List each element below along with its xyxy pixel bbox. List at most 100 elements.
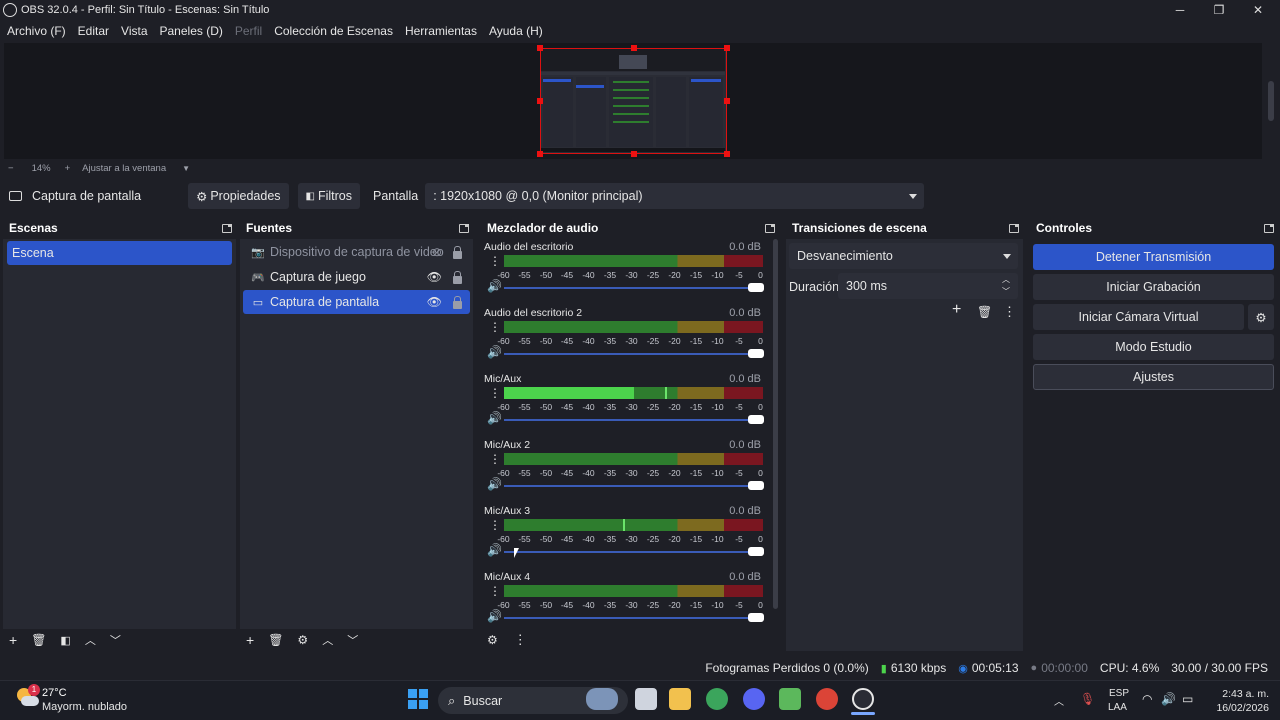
duration-spinbox[interactable]: 300 ms ︿ ﹀ <box>838 273 1018 299</box>
resize-handle[interactable] <box>724 45 730 51</box>
chevron-down-icon[interactable]: ﹀ <box>347 632 358 648</box>
more-options-icon[interactable]: ⋮ <box>489 453 501 465</box>
zoom-dropdown-icon[interactable]: ▼ <box>182 164 190 173</box>
chevron-up-icon[interactable]: ︿ <box>85 632 96 648</box>
studio-mode-button[interactable]: Modo Estudio <box>1033 334 1274 360</box>
speaker-icon[interactable]: 🔊 <box>487 411 502 425</box>
preview-scrollbar[interactable] <box>1268 43 1276 159</box>
minimize-button[interactable]: ─ <box>1160 0 1200 20</box>
slider-handle[interactable] <box>748 415 764 424</box>
more-options-icon[interactable]: ⋮ <box>514 632 527 648</box>
volume-icon[interactable]: 🔊 <box>1161 692 1176 706</box>
menu-coleccion[interactable]: Colección de Escenas <box>274 24 393 38</box>
menu-ayuda[interactable]: Ayuda (H) <box>489 24 543 38</box>
zoom-in-button[interactable]: + <box>65 163 71 174</box>
resize-handle[interactable] <box>537 98 543 104</box>
fit-window-label[interactable]: Ajustar a la ventana <box>82 163 166 174</box>
menu-editar[interactable]: Editar <box>78 24 109 38</box>
resize-handle[interactable] <box>724 98 730 104</box>
resize-handle[interactable] <box>537 45 543 51</box>
battery-icon[interactable]: ▭ <box>1182 692 1193 706</box>
clock-date[interactable]: 16/02/2026 <box>1207 702 1269 714</box>
eye-hidden-icon[interactable]: ⊘ <box>432 245 442 259</box>
undock-icon[interactable] <box>222 223 232 233</box>
menu-perfil[interactable]: Perfil <box>235 24 262 38</box>
weather-icon[interactable]: 1 <box>15 684 40 710</box>
more-options-icon[interactable]: ⋮ <box>489 585 501 597</box>
start-recording-button[interactable]: Iniciar Grabación <box>1033 274 1274 300</box>
spin-up-icon[interactable]: ︿ <box>1002 274 1010 285</box>
virtual-camera-settings-button[interactable]: ⚙ <box>1248 304 1274 330</box>
speaker-icon[interactable]: 🔊 <box>487 609 502 623</box>
undock-icon[interactable] <box>1264 223 1274 233</box>
add-scene-icon[interactable]: + <box>9 632 17 648</box>
language-top[interactable]: ESP <box>1109 688 1129 699</box>
stop-stream-button[interactable]: Detener Transmisión <box>1033 244 1274 270</box>
menu-paneles[interactable]: Paneles (D) <box>160 24 223 38</box>
task-view-icon[interactable] <box>635 688 657 710</box>
microphone-icon[interactable]: 🎙 <box>1080 692 1095 706</box>
wifi-icon[interactable]: ◠ <box>1142 692 1152 706</box>
undock-icon[interactable] <box>1009 223 1019 233</box>
source-item[interactable]: 🎮 Captura de juego 👁 <box>243 265 470 289</box>
menu-herramientas[interactable]: Herramientas <box>405 24 477 38</box>
undock-icon[interactable] <box>765 223 775 233</box>
file-explorer-icon[interactable] <box>669 688 691 710</box>
mixer-scrollbar[interactable] <box>773 239 779 627</box>
volume-slider[interactable] <box>504 613 764 622</box>
chevron-up-icon[interactable]: ︿ <box>322 632 333 648</box>
trash-icon[interactable]: 🗑 <box>977 305 992 319</box>
start-virtual-camera-button[interactable]: Iniciar Cámara Virtual <box>1033 304 1244 330</box>
undock-icon[interactable] <box>459 223 469 233</box>
lock-icon[interactable] <box>453 296 462 309</box>
more-options-icon[interactable]: ⋮ <box>1003 304 1016 320</box>
clock-time[interactable]: 2:43 a. m. <box>1211 688 1269 700</box>
source-item[interactable]: 📷 Dispositivo de captura de video ⊘ <box>243 240 470 264</box>
slider-handle[interactable] <box>748 349 764 358</box>
trash-icon[interactable]: 🗑 <box>31 633 46 647</box>
filters-button[interactable]: ◧ Filtros <box>297 183 361 209</box>
speaker-icon[interactable]: 🔊 <box>487 543 502 557</box>
volume-slider[interactable] <box>504 547 764 556</box>
slider-handle[interactable] <box>748 283 764 292</box>
gear-icon[interactable]: ⚙ <box>297 633 308 647</box>
chrome-icon[interactable] <box>706 688 728 710</box>
windows-start-icon[interactable] <box>408 689 428 709</box>
chrome-profile-icon[interactable] <box>816 688 838 710</box>
minecraft-icon[interactable] <box>779 688 801 710</box>
slider-handle[interactable] <box>748 613 764 622</box>
slider-handle[interactable] <box>748 547 764 556</box>
more-options-icon[interactable]: ⋮ <box>489 321 501 333</box>
close-button[interactable]: ✕ <box>1238 0 1278 20</box>
more-options-icon[interactable]: ⋮ <box>489 387 501 399</box>
volume-slider[interactable] <box>504 349 764 358</box>
maximize-button[interactable]: ❐ <box>1199 0 1239 20</box>
preview-source-frame[interactable] <box>540 48 727 154</box>
speaker-icon[interactable]: 🔊 <box>487 279 502 293</box>
resize-handle[interactable] <box>724 151 730 157</box>
add-transition-icon[interactable]: + <box>952 301 961 319</box>
obs-taskbar-icon[interactable] <box>852 688 874 710</box>
menu-vista[interactable]: Vista <box>121 24 147 38</box>
volume-slider[interactable] <box>504 415 764 424</box>
settings-button[interactable]: Ajustes <box>1033 364 1274 390</box>
more-options-icon[interactable]: ⋮ <box>489 255 501 267</box>
speaker-icon[interactable]: 🔊 <box>487 345 502 359</box>
menu-archivo[interactable]: Archivo (F) <box>7 24 66 38</box>
search-highlight-icon[interactable] <box>586 688 618 710</box>
volume-slider[interactable] <box>504 481 764 490</box>
resize-handle[interactable] <box>537 151 543 157</box>
resize-handle[interactable] <box>631 45 637 51</box>
advanced-audio-icon[interactable]: ⚙ <box>487 633 498 647</box>
source-item[interactable]: ▭ Captura de pantalla 👁 <box>243 290 470 314</box>
discord-icon[interactable] <box>743 688 765 710</box>
slider-handle[interactable] <box>748 481 764 490</box>
scene-item[interactable]: Escena <box>7 241 232 265</box>
language-bottom[interactable]: LAA <box>1108 702 1127 713</box>
transition-select[interactable]: Desvanecimiento <box>789 243 1018 269</box>
eye-icon[interactable]: 👁 <box>427 270 442 284</box>
zoom-out-button[interactable]: − <box>8 163 14 174</box>
trash-icon[interactable]: 🗑 <box>268 633 283 647</box>
lock-icon[interactable] <box>453 246 462 259</box>
eye-icon[interactable]: 👁 <box>427 295 442 309</box>
